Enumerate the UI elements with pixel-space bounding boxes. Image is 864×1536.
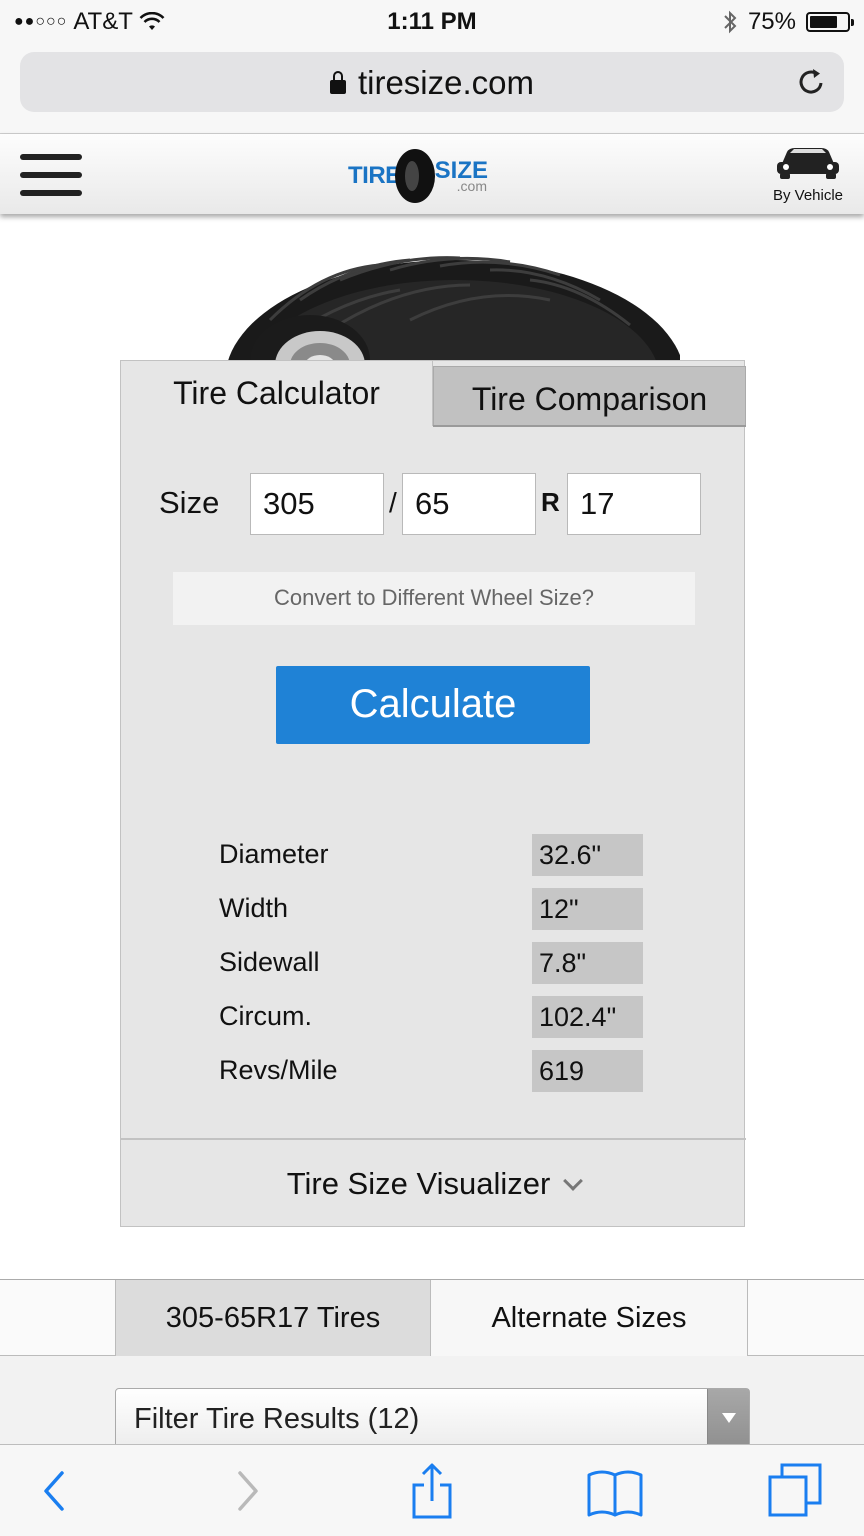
result-value: 12" <box>532 888 643 930</box>
site-header: TIRE SIZE .com By Vehicle <box>0 134 864 214</box>
calculate-button[interactable]: Calculate <box>276 666 590 744</box>
result-value: 7.8" <box>532 942 643 984</box>
result-label: Circum. <box>219 1001 312 1031</box>
share-icon[interactable] <box>402 1461 462 1521</box>
tab-tire-calculator[interactable]: Tire Calculator <box>120 360 433 426</box>
bluetooth-icon <box>724 10 737 34</box>
filter-results-select[interactable]: Filter Tire Results (12) <box>115 1388 750 1451</box>
url-text: tiresize.com <box>357 64 535 101</box>
car-icon <box>777 148 839 179</box>
logo-wheel-icon <box>394 149 435 203</box>
url-display[interactable]: tiresize.com <box>20 64 844 102</box>
result-label: Diameter <box>219 839 329 869</box>
results-list: Diameter 32.6" Width 12" Sidewall 7.8" C… <box>121 831 746 1101</box>
menu-bar-icon <box>20 154 82 160</box>
battery-icon <box>806 12 854 32</box>
separator-slash: / <box>389 487 397 518</box>
aspect-ratio-input[interactable]: 65 <box>402 473 536 535</box>
tire-calculator-panel: Tire Calculator Tire Comparison Size 305… <box>120 360 746 1228</box>
result-row-circumference: Circum. 102.4" <box>121 993 746 1047</box>
result-label: Sidewall <box>219 947 320 977</box>
result-value: 102.4" <box>532 996 643 1038</box>
filter-label: Filter Tire Results (12) <box>134 1403 420 1435</box>
browser-address-area: tiresize.com <box>0 44 864 134</box>
menu-button[interactable] <box>20 154 82 196</box>
dropdown-arrow-icon <box>707 1389 749 1451</box>
bookmarks-icon[interactable] <box>585 1461 645 1521</box>
site-logo[interactable]: TIRE SIZE .com <box>348 146 518 206</box>
result-row-revs-per-mile: Revs/Mile 619 <box>121 1047 746 1101</box>
menu-bar-icon <box>20 172 82 178</box>
lock-icon <box>329 71 346 94</box>
tab-size-tires[interactable]: 305-65R17 Tires <box>115 1280 431 1356</box>
status-bar: ●●○○○ AT&T 1:11 PM 75% <box>0 0 864 44</box>
tire-results-section: 305-65R17 Tires Alternate Sizes Filter T… <box>0 1279 864 1451</box>
result-label: Revs/Mile <box>219 1055 338 1085</box>
status-right: 75% <box>722 8 854 36</box>
convert-wheel-size-link[interactable]: Convert to Different Wheel Size? <box>173 572 695 625</box>
rim-diameter-input[interactable]: 17 <box>567 473 701 535</box>
battery-percent: 75% <box>747 8 796 35</box>
construction-label: R <box>541 487 560 517</box>
width-input[interactable]: 305 <box>250 473 384 535</box>
address-bar[interactable]: tiresize.com <box>20 52 844 112</box>
visualizer-label-row: Tire Size Visualizer <box>121 1166 746 1202</box>
tire-hero-image <box>225 256 680 370</box>
size-label: Size <box>159 485 220 520</box>
back-icon[interactable] <box>26 1461 86 1521</box>
visualizer-label: Tire Size Visualizer <box>286 1166 551 1201</box>
result-row-sidewall: Sidewall 7.8" <box>121 939 746 993</box>
tabs-icon[interactable] <box>766 1461 826 1521</box>
tire-size-visualizer-toggle[interactable]: Tire Size Visualizer <box>121 1138 746 1228</box>
logo-size-block: SIZE .com <box>435 159 488 194</box>
tab-divider <box>433 425 746 427</box>
size-row: Size 305 / 65 R 17 <box>121 471 746 535</box>
tab-alternate-sizes[interactable]: Alternate Sizes <box>431 1280 748 1356</box>
logo-com-text: .com <box>456 178 488 194</box>
battery-fill <box>810 16 837 28</box>
by-vehicle-button[interactable]: By Vehicle <box>768 144 848 204</box>
results-tabs: 305-65R17 Tires Alternate Sizes <box>0 1280 864 1356</box>
result-row-diameter: Diameter 32.6" <box>121 831 746 885</box>
by-vehicle-label: By Vehicle <box>772 187 844 204</box>
forward-icon[interactable] <box>216 1461 276 1521</box>
result-label: Width <box>219 893 289 923</box>
menu-bar-icon <box>20 190 82 196</box>
browser-toolbar <box>0 1444 864 1536</box>
reload-icon[interactable] <box>796 66 828 98</box>
result-value: 619 <box>532 1050 643 1092</box>
logo-tire-text: TIRE <box>348 162 401 189</box>
chevron-down-icon <box>563 1171 584 1191</box>
tab-tire-comparison[interactable]: Tire Comparison <box>433 366 746 426</box>
result-value: 32.6" <box>532 834 643 876</box>
result-row-width: Width 12" <box>121 885 746 939</box>
